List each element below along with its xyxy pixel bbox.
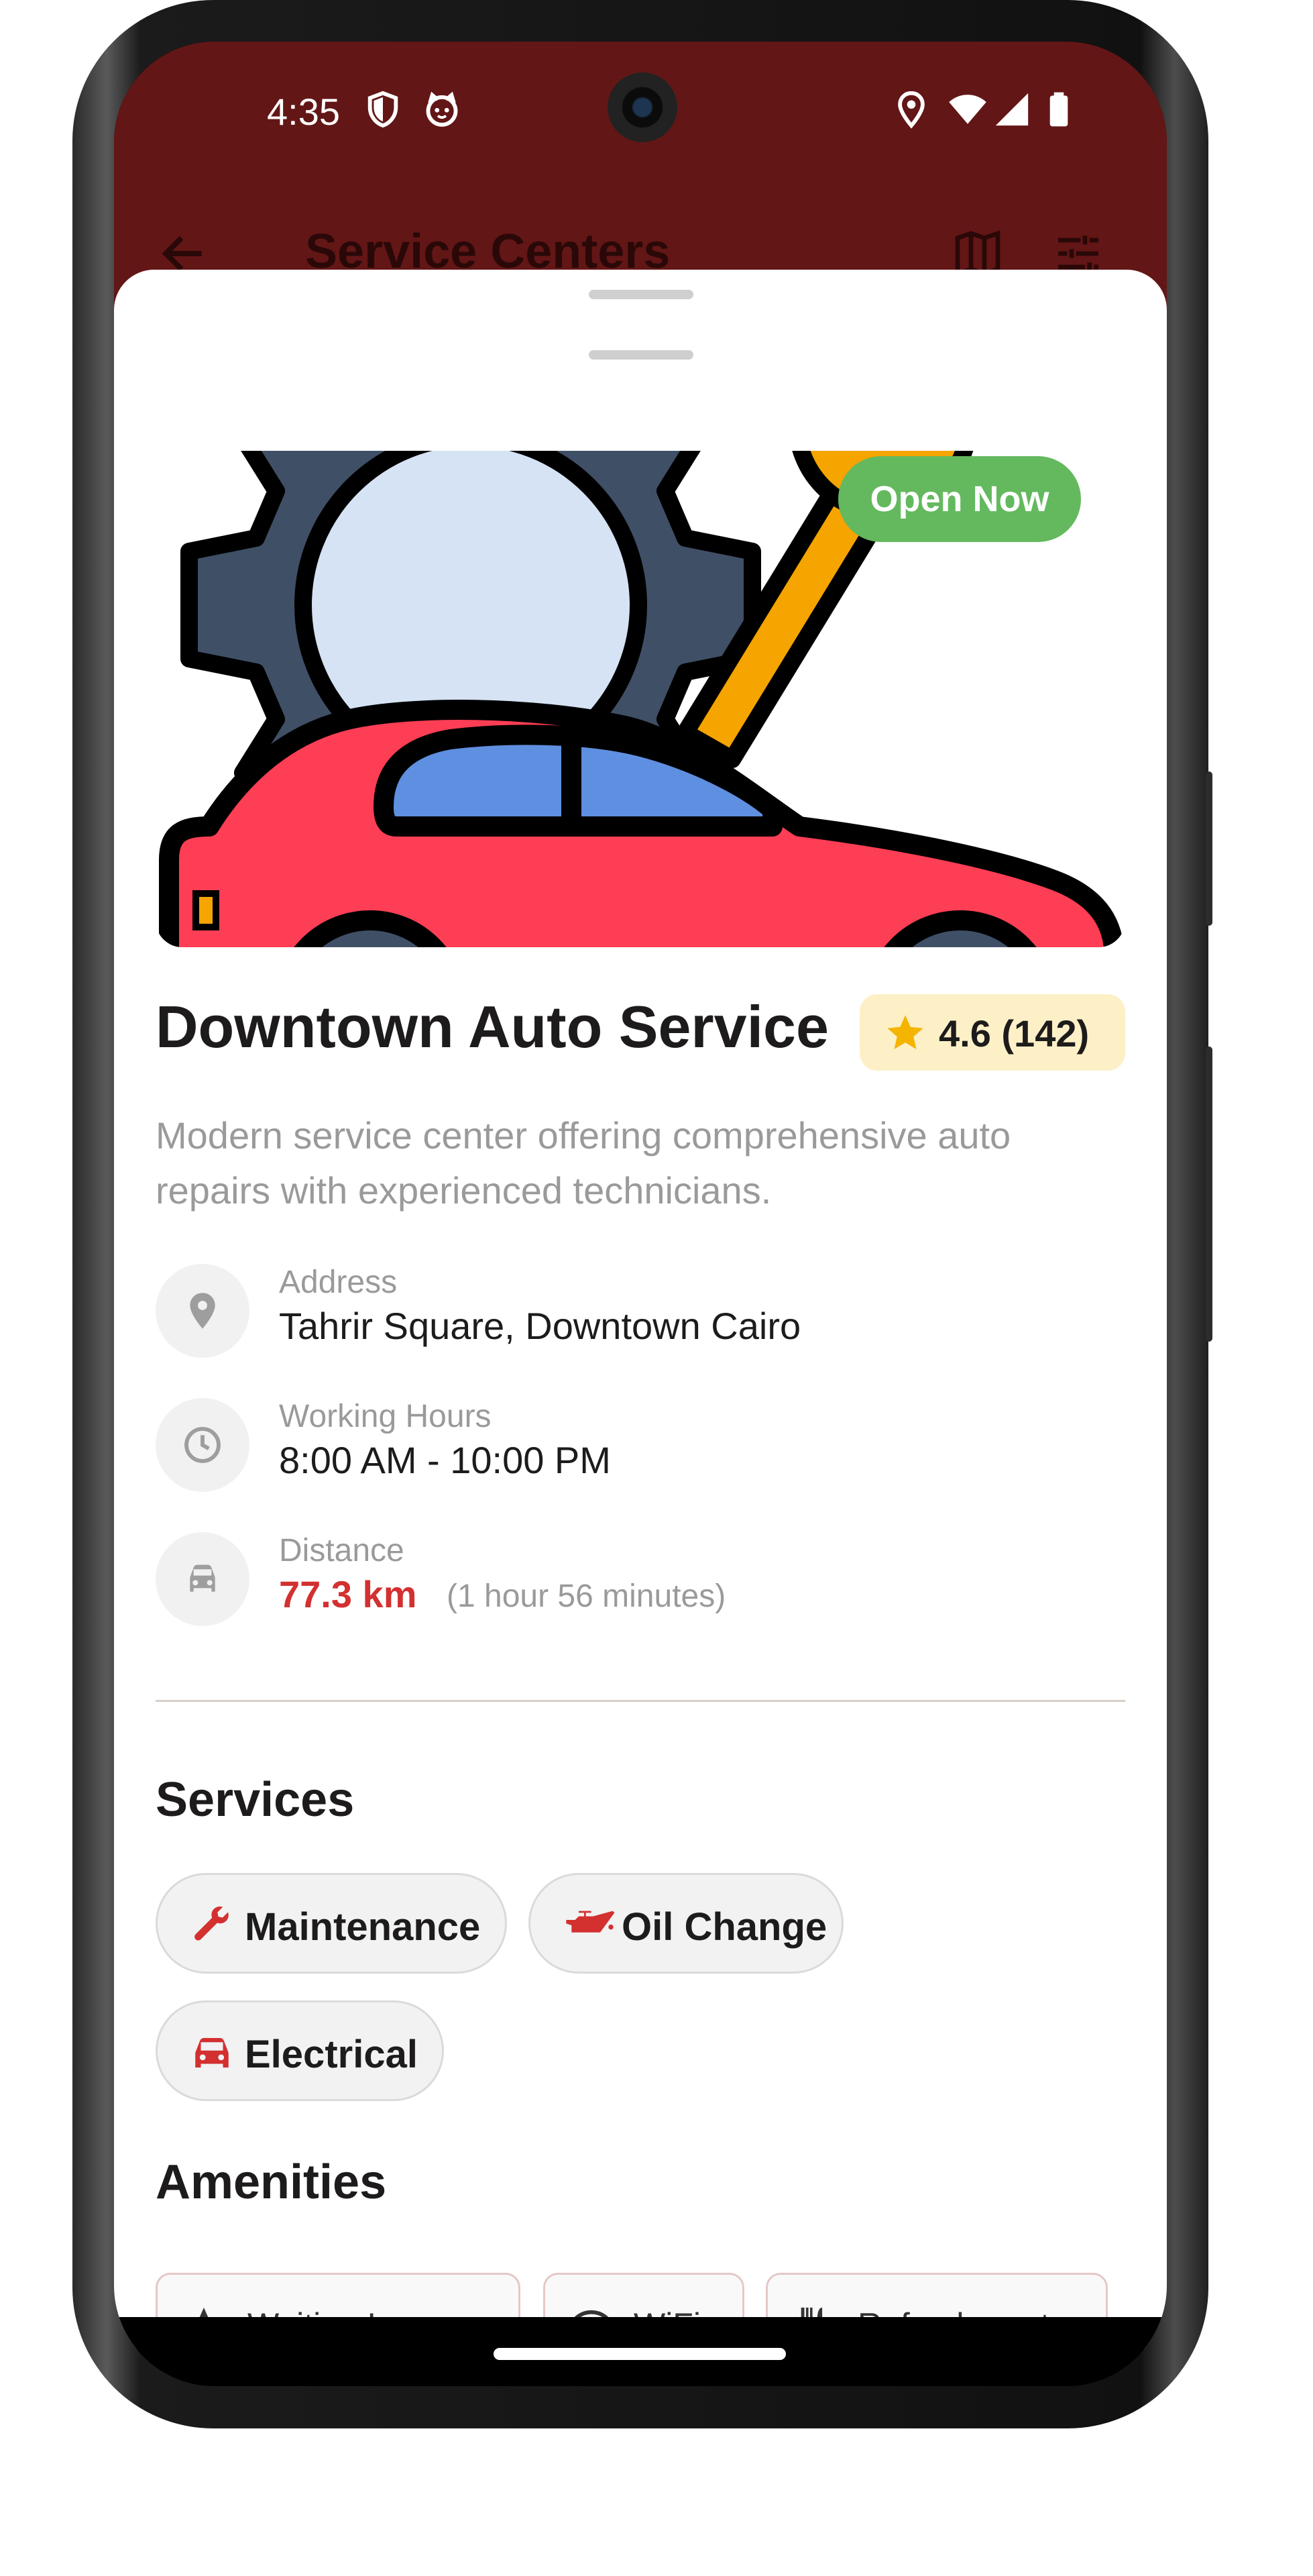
distance-eta: (1 hour 56 minutes)	[447, 1578, 726, 1614]
service-chip-label: Electrical	[245, 2033, 418, 2076]
distance-value: 77.3 km	[279, 1573, 417, 1615]
star-icon	[887, 1015, 923, 1049]
shield-icon	[367, 91, 398, 128]
signal-icon	[995, 93, 1029, 126]
car-icon	[190, 1564, 215, 1592]
hours-icon-circle	[156, 1398, 249, 1492]
home-gesture-pill[interactable]	[494, 2348, 786, 2360]
car-icon	[195, 2038, 229, 2068]
front-camera	[608, 72, 677, 142]
working-hours-row: Working Hours 8:00 AM - 10:00 PM	[156, 1398, 1108, 1499]
amenities-heading: Amenities	[156, 2155, 387, 2209]
location-icon	[898, 91, 925, 129]
rating-badge: 4.6 (142)	[860, 994, 1125, 1071]
wifi-icon	[949, 95, 986, 124]
address-label: Address	[279, 1265, 398, 1300]
volume-button	[1206, 771, 1212, 926]
address-row: Address Tahrir Square, Downtown Cairo	[156, 1264, 1108, 1364]
cat-face-icon	[426, 91, 458, 127]
status-time: 4:35	[267, 91, 340, 133]
services-heading: Services	[156, 1773, 355, 1827]
address-icon-circle	[156, 1264, 249, 1358]
service-chip-electrical[interactable]: Electrical	[156, 2000, 444, 2101]
sheet-inner-handle	[589, 350, 693, 360]
hours-value: 8:00 AM - 10:00 PM	[279, 1439, 611, 1481]
battery-icon	[1049, 92, 1068, 127]
power-button	[1206, 1046, 1212, 1342]
service-chip-label: Oil Change	[622, 1905, 827, 1949]
service-center-name: Downtown Auto Service	[156, 994, 829, 1060]
rating-value: 4.6 (142)	[939, 1012, 1090, 1055]
phone-screen: 4:35 Service Centers Open Now Downtown A…	[114, 42, 1167, 2386]
open-now-badge: Open Now	[838, 456, 1081, 542]
hours-label: Working Hours	[279, 1399, 492, 1434]
wrench-icon	[194, 1906, 229, 1941]
service-chip-label: Maintenance	[245, 1905, 481, 1949]
location-pin-icon	[190, 1293, 215, 1329]
distance-label: Distance	[279, 1533, 404, 1568]
section-divider	[156, 1700, 1125, 1702]
service-chip-maintenance[interactable]: Maintenance	[156, 1873, 507, 1974]
clock-icon	[184, 1427, 221, 1463]
gesture-navigation-bar	[114, 2317, 1167, 2386]
detail-bottom-sheet[interactable]: Open Now Downtown Auto Service 4.6 (142)…	[114, 270, 1167, 2349]
service-chip-oil-change[interactable]: Oil Change	[528, 1873, 844, 1974]
status-bar: 4:35	[114, 42, 1167, 189]
sheet-drag-handle[interactable]	[589, 290, 693, 299]
address-value: Tahrir Square, Downtown Cairo	[279, 1305, 801, 1347]
distance-icon-circle	[156, 1532, 249, 1626]
description: Modern service center offering comprehen…	[156, 1114, 1011, 1212]
distance-row: Distance 77.3 km (1 hour 56 minutes)	[156, 1532, 1108, 1633]
oil-can-icon	[566, 1911, 615, 1933]
